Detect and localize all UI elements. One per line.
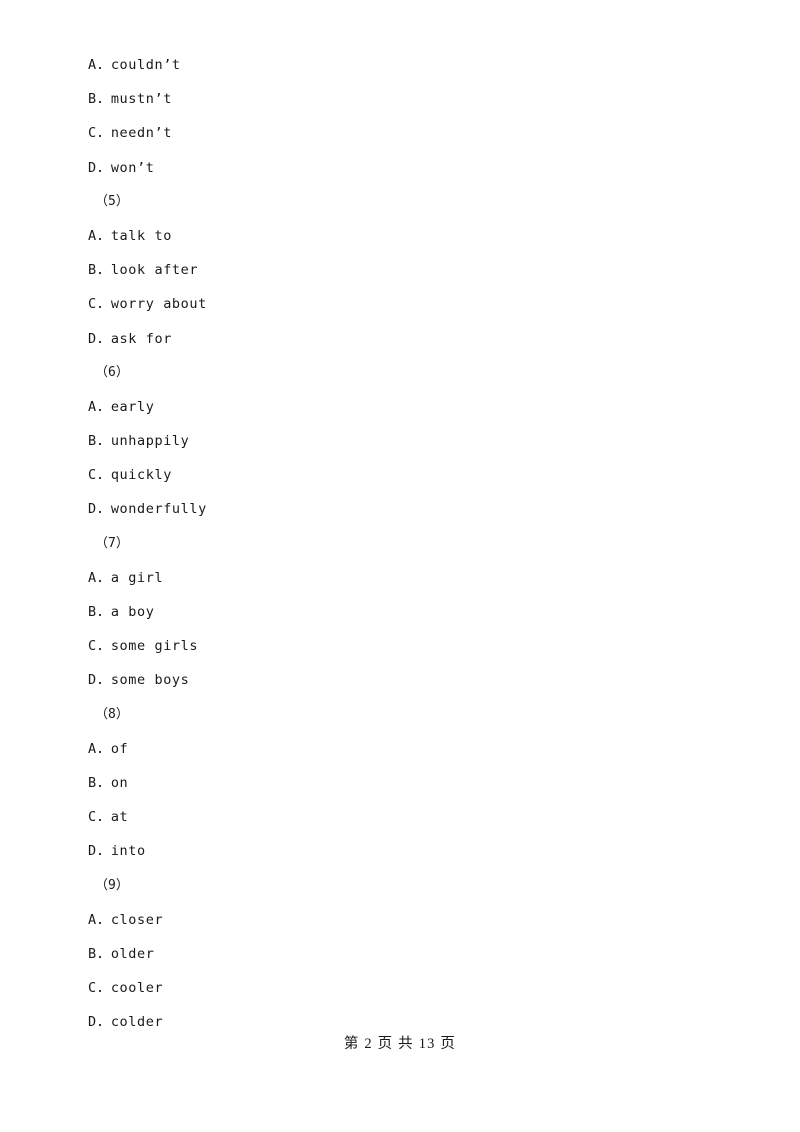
answer-option: D．won’t xyxy=(88,159,155,176)
question-options-list: A．couldn’t B．mustn’t C．needn’t D．won’t （5） A．… xyxy=(88,48,708,1039)
answer-option: A．a girl xyxy=(88,569,164,586)
page-number-indicator: 第 2 页 共 13 页 xyxy=(343,1036,457,1052)
answer-option: B．mustn’t xyxy=(88,91,172,108)
answer-option: B．older xyxy=(88,945,155,962)
answer-option: A．closer xyxy=(88,911,164,928)
answer-option: A．couldn’t xyxy=(88,57,181,73)
answer-option: B．a boy xyxy=(88,604,155,620)
answer-option: A．early xyxy=(88,398,155,415)
page-footer: 第 2 页 共 13 页 xyxy=(0,1032,800,1053)
question-group-marker: （8） xyxy=(95,706,129,722)
answer-option: C．at xyxy=(88,809,129,826)
question-group-marker: （9） xyxy=(95,877,129,893)
answer-option: B．on xyxy=(88,774,129,791)
question-group-marker: （5） xyxy=(95,193,129,209)
question-group-marker: （7） xyxy=(95,535,129,551)
answer-option: C．some girls xyxy=(88,638,199,655)
answer-option: A．talk to xyxy=(88,227,172,244)
answer-option: C．quickly xyxy=(88,467,172,484)
answer-option: D．some boys xyxy=(88,672,190,689)
answer-option: C．needn’t xyxy=(88,125,172,142)
answer-option: B．look after xyxy=(88,262,199,279)
question-group-marker: （6） xyxy=(95,364,129,380)
answer-option: D．wonderfully xyxy=(88,501,207,518)
document-page: A．couldn’t B．mustn’t C．needn’t D．won’t （5） A．… xyxy=(0,0,800,1132)
answer-option: B．unhappily xyxy=(88,433,190,450)
answer-option: C．cooler xyxy=(88,980,164,997)
answer-option: D．into xyxy=(88,843,146,860)
answer-option: A．of xyxy=(88,740,129,757)
answer-option: D．ask for xyxy=(88,330,172,347)
answer-option: C．worry about xyxy=(88,296,207,313)
